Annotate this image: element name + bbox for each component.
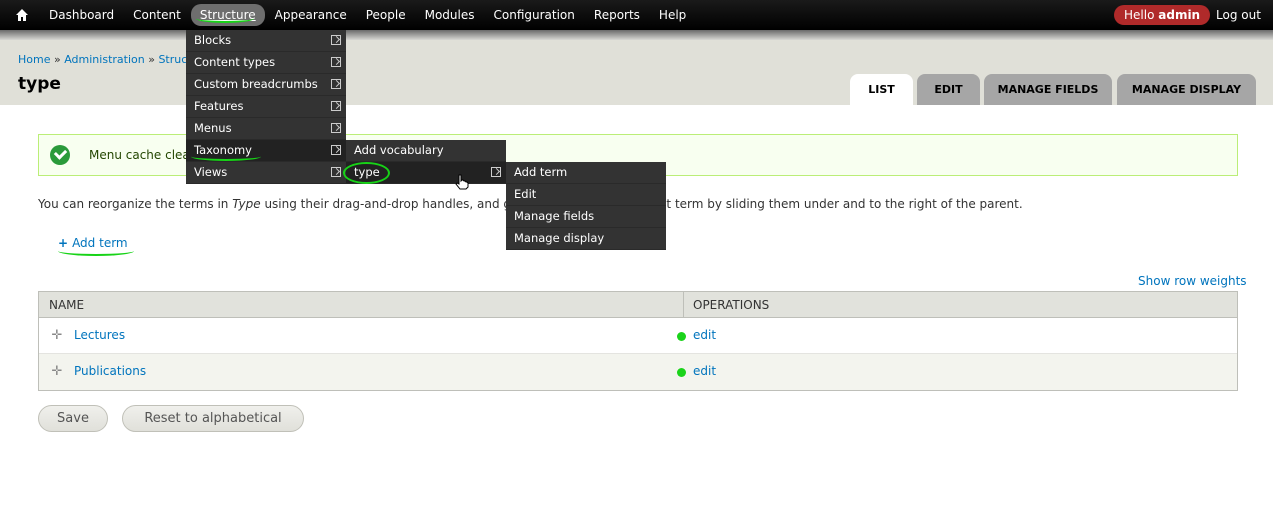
toolbar-item-help[interactable]: Help [650,4,695,26]
breadcrumb-separator: » [53,53,61,66]
menu-item-label: Content types [194,55,276,69]
structure-dropdown: Blocks Content types Custom breadcrumbs … [186,30,346,184]
menu-item-label: Features [194,99,244,113]
home-icon[interactable] [14,7,30,23]
annotation-underline-structure [196,14,254,23]
breadcrumb-home[interactable]: Home [18,53,50,66]
breadcrumb: Home » Administration » Structure [18,53,210,66]
annotation-underline-taxonomy [191,152,261,161]
menu-item-blocks[interactable]: Blocks [186,30,346,52]
annotation-circle-type [343,162,390,184]
check-icon [50,145,70,165]
menu-item-label: Edit [514,187,537,201]
submenu-arrow-icon [331,167,341,177]
admin-toolbar: Dashboard Content Structure Appearance P… [0,0,1273,30]
toolbar-item-content[interactable]: Content [124,4,190,26]
help-text-before: You can reorganize the terms in [38,197,233,211]
menu-item-views[interactable]: Views [186,162,346,184]
terms-table: NAME OPERATIONS ✛ Lectures edit ✛ Public… [38,291,1238,391]
tab-manage-fields[interactable]: MANAGE FIELDS [984,74,1112,105]
drag-handle-icon[interactable]: ✛ [50,365,64,379]
menu-item-label: Views [194,165,228,179]
menu-item-add-vocabulary[interactable]: Add vocabulary [346,140,506,162]
reset-alphabetical-button[interactable]: Reset to alphabetical [122,405,304,432]
status-message-text: Menu cache clea [89,148,190,162]
submenu-arrow-icon [331,35,341,45]
user-greeting[interactable]: Hello admin [1114,5,1211,25]
menu-item-add-term[interactable]: Add term [506,162,666,184]
menu-item-custom-breadcrumbs[interactable]: Custom breadcrumbs [186,74,346,96]
table-row: ✛ Publications edit [39,354,1237,390]
menu-item-label: Add vocabulary [354,143,444,157]
tab-edit[interactable]: EDIT [917,74,980,105]
submenu-arrow-icon [331,145,341,155]
page-title: type [18,74,61,94]
column-separator [683,292,684,318]
submenu-arrow-icon [331,79,341,89]
edit-link[interactable]: edit [693,328,716,342]
breadcrumb-separator: » [148,53,155,66]
logout-link[interactable]: Log out [1216,8,1261,22]
toolbar-item-people[interactable]: People [357,4,415,26]
tab-manage-display[interactable]: MANAGE DISPLAY [1117,74,1256,105]
toolbar-item-modules[interactable]: Modules [416,4,484,26]
menu-item-label: Manage fields [514,209,595,223]
submenu-arrow-icon [491,167,501,177]
menu-item-edit[interactable]: Edit [506,184,666,206]
menu-item-features[interactable]: Features [186,96,346,118]
table-header: NAME OPERATIONS [39,292,1237,318]
toolbar-item-appearance[interactable]: Appearance [266,4,356,26]
save-button[interactable]: Save [38,405,108,432]
drag-handle-icon[interactable]: ✛ [50,329,64,343]
menu-item-menus[interactable]: Menus [186,118,346,140]
greeting-prefix: Hello [1124,8,1155,22]
show-row-weights-link[interactable]: Show row weights [1138,274,1247,288]
table-row: ✛ Lectures edit [39,318,1237,354]
help-text-vocabulary: Type [232,197,261,211]
term-name-link[interactable]: Publications [74,364,146,378]
term-name-link[interactable]: Lectures [74,328,125,342]
menu-item-manage-display[interactable]: Manage display [506,228,666,250]
annotation-underline-add-term [58,246,134,256]
column-header-name: NAME [49,298,85,312]
toolbar-item-reports[interactable]: Reports [585,4,649,26]
annotation-dot [677,332,686,341]
menu-item-label: Custom breadcrumbs [194,77,318,91]
edit-link[interactable]: edit [693,364,716,378]
menu-item-label: Add term [514,165,568,179]
submenu-arrow-icon [331,123,341,133]
type-submenu: Add term Edit Manage fields Manage displ… [506,162,666,250]
toolbar-item-dashboard[interactable]: Dashboard [40,4,123,26]
menu-item-label: Menus [194,121,232,135]
menu-item-manage-fields[interactable]: Manage fields [506,206,666,228]
tab-list[interactable]: LIST [850,74,913,105]
menu-item-label: Manage display [514,231,605,245]
column-header-operations: OPERATIONS [693,298,770,312]
annotation-dot [677,368,686,377]
breadcrumb-administration[interactable]: Administration [64,53,145,66]
menu-item-label: Blocks [194,33,232,47]
greeting-username: admin [1158,8,1201,22]
menu-item-content-types[interactable]: Content types [186,52,346,74]
submenu-arrow-icon [331,57,341,67]
toolbar-item-configuration[interactable]: Configuration [485,4,584,26]
submenu-arrow-icon [331,101,341,111]
toolbar-menu: Dashboard Content Structure Appearance P… [40,0,696,30]
hand-cursor-icon [455,174,469,190]
